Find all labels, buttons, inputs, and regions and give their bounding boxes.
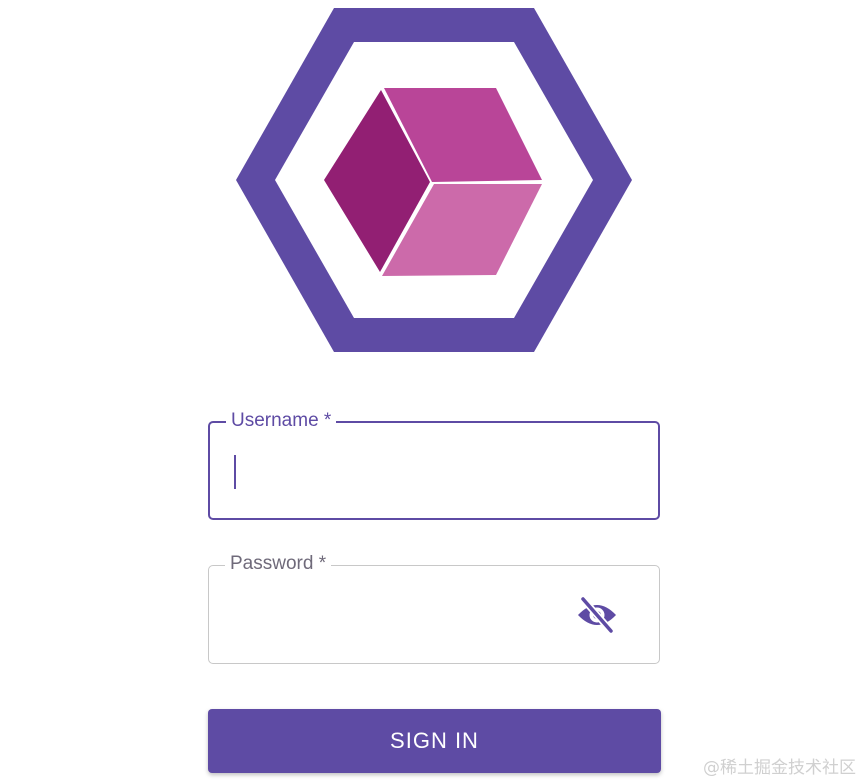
password-label: Password * — [225, 552, 332, 576]
username-field[interactable]: Username * — [208, 409, 660, 520]
password-field[interactable]: Password * — [208, 552, 660, 664]
username-input[interactable] — [230, 451, 638, 491]
login-page: Username * Password * SIGN IN @稀土掘金技术社区 — [0, 0, 868, 784]
eye-off-icon — [578, 597, 616, 633]
password-input[interactable] — [229, 594, 579, 634]
password-visibility-toggle[interactable] — [575, 596, 619, 634]
watermark: @稀土掘金技术社区 — [703, 758, 856, 778]
hexagon-cube-logo — [236, 8, 632, 352]
sign-in-button[interactable]: SIGN IN — [208, 709, 661, 773]
username-label: Username * — [226, 409, 337, 433]
